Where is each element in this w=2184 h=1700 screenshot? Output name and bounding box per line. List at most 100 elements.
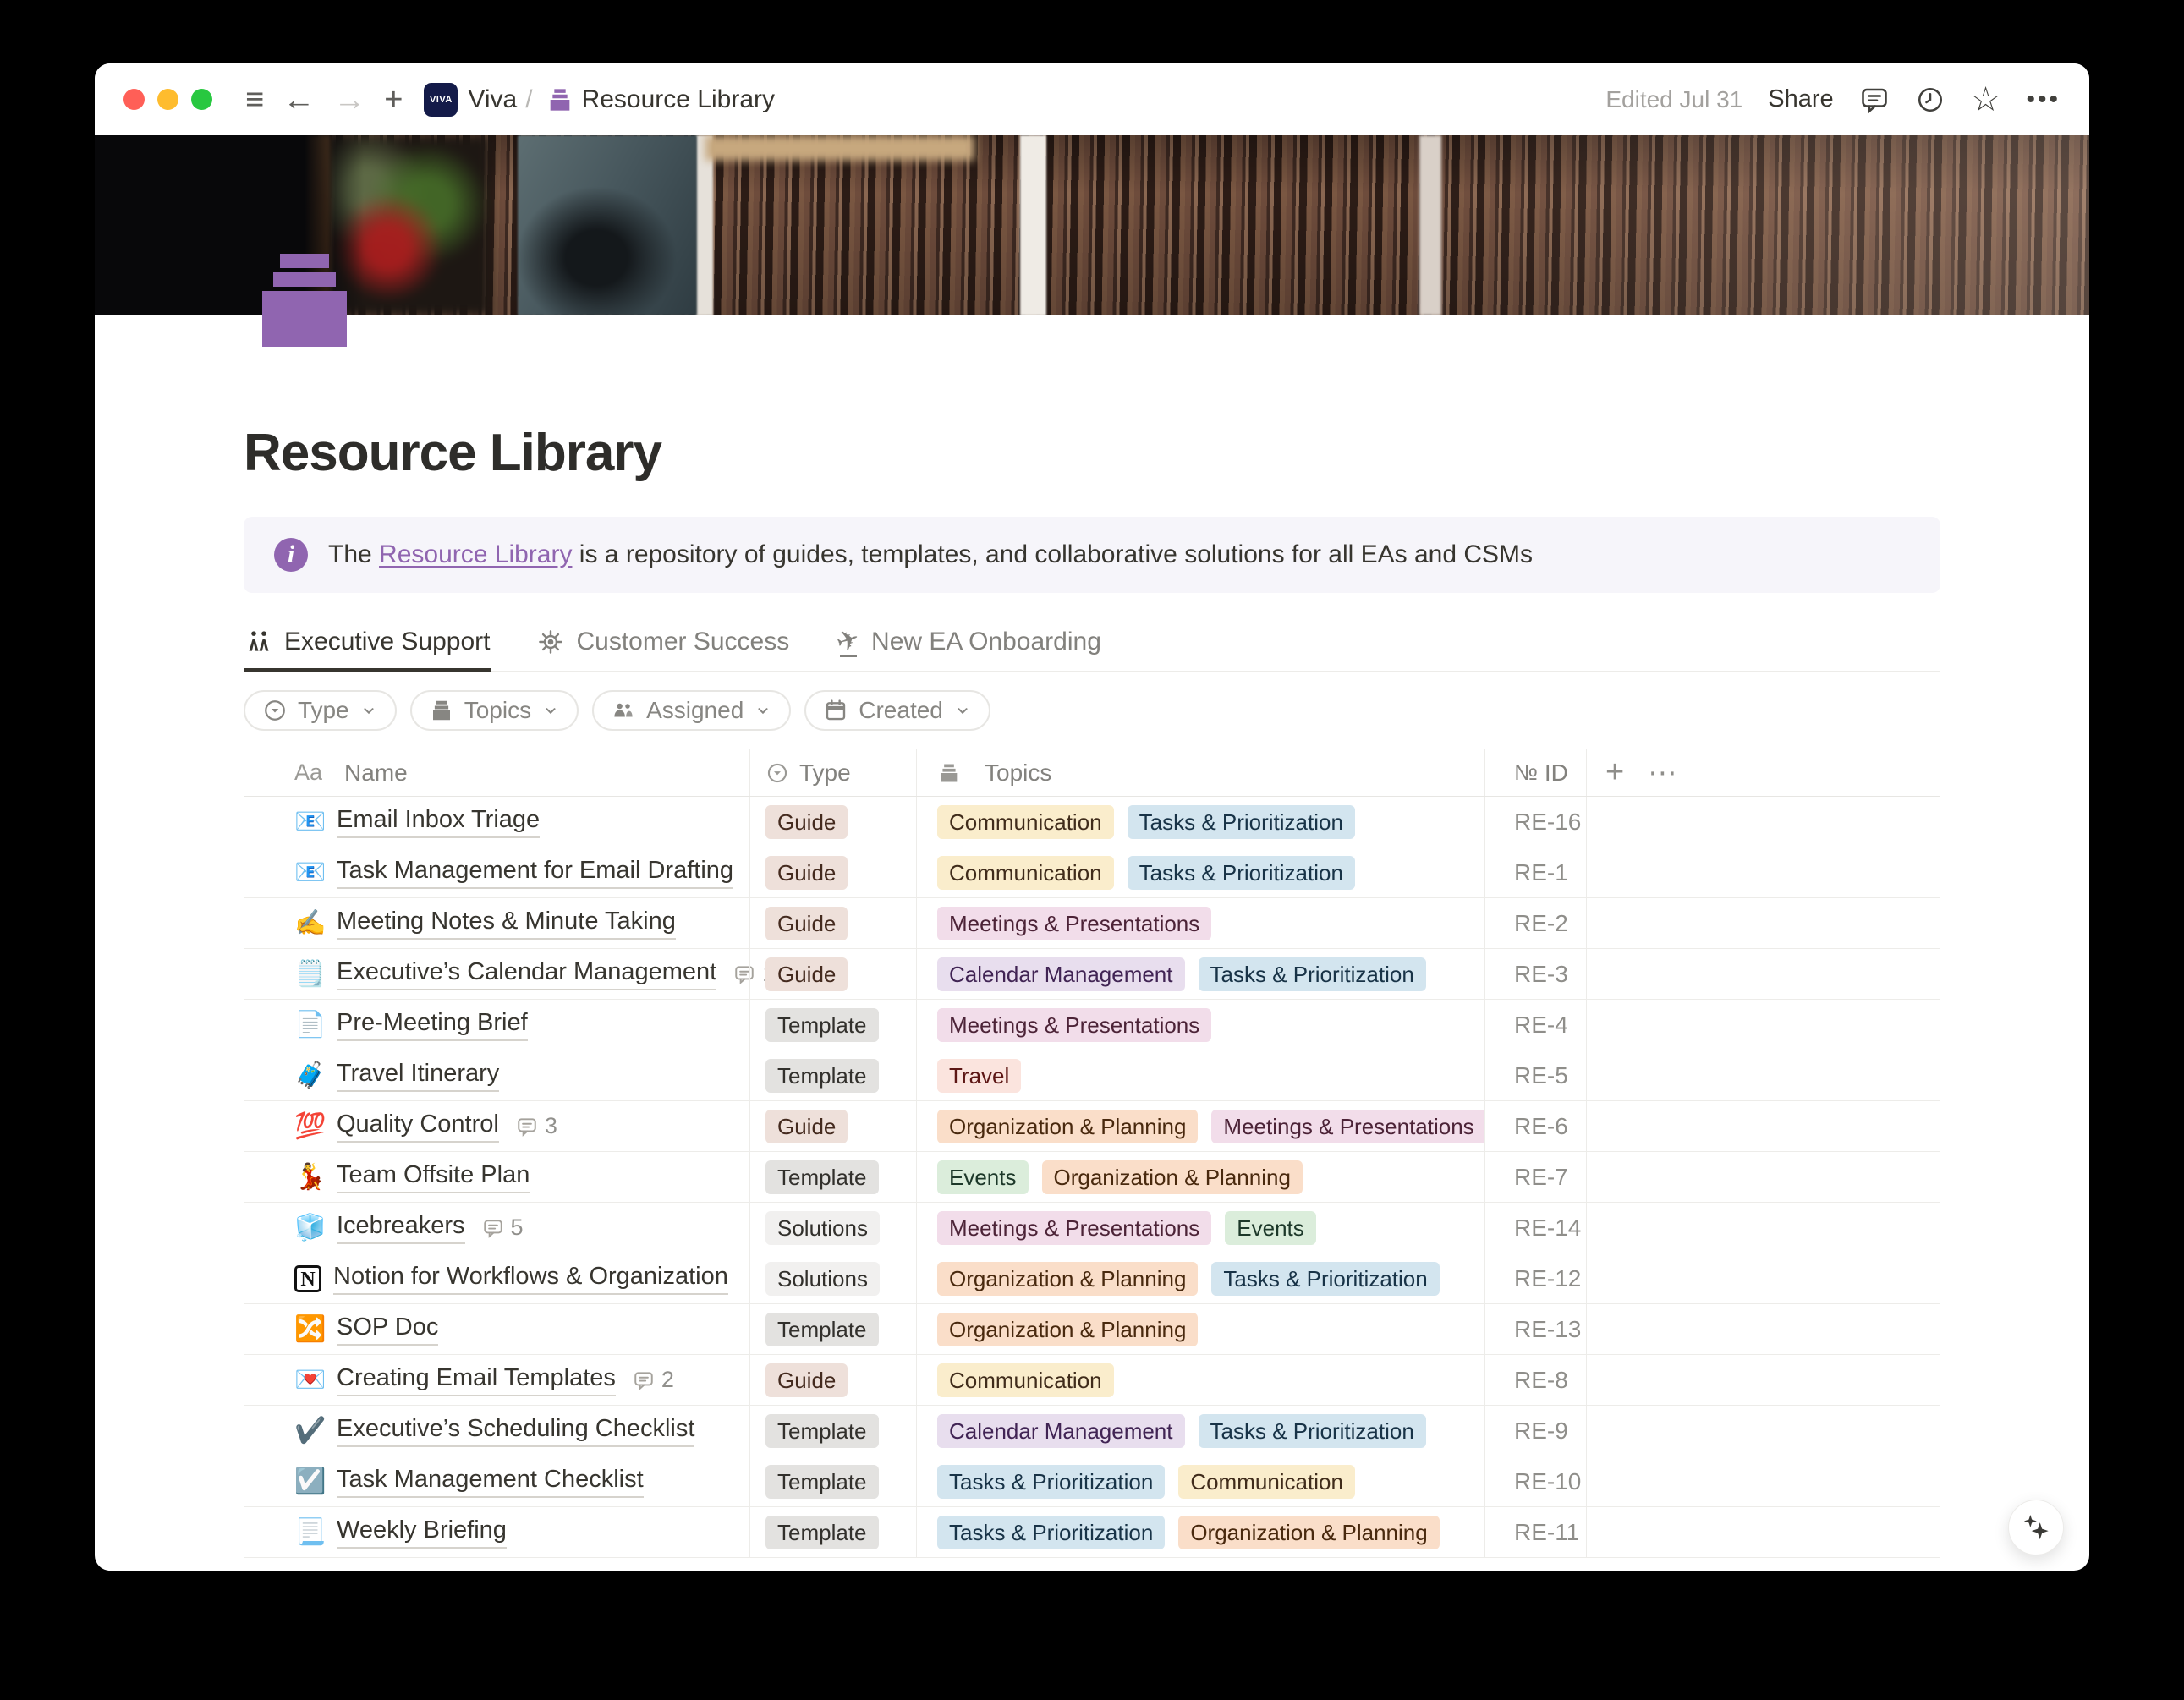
- name-cell[interactable]: N Notion for Workflows & Organization: [244, 1253, 749, 1303]
- table-row[interactable]: ☑️ Task Management Checklist Template Ta…: [244, 1456, 1940, 1507]
- topics-cell[interactable]: Tasks & PrioritizationOrganization & Pla…: [916, 1507, 1484, 1557]
- topic-tag[interactable]: Tasks & Prioritization: [1128, 856, 1355, 890]
- id-cell[interactable]: RE-5: [1484, 1050, 1586, 1100]
- callout-page-link[interactable]: Resource Library: [379, 540, 572, 568]
- topic-tag[interactable]: Meetings & Presentations: [937, 907, 1211, 940]
- type-cell[interactable]: Template: [749, 1000, 916, 1050]
- more-options-icon[interactable]: •••: [2026, 85, 2061, 114]
- back-icon[interactable]: ←: [283, 84, 315, 116]
- favorite-star-icon[interactable]: ☆: [1971, 83, 2001, 117]
- type-cell[interactable]: Solutions: [749, 1253, 916, 1303]
- type-cell[interactable]: Guide: [749, 1355, 916, 1405]
- name-cell[interactable]: 📧 Task Management for Email Drafting: [244, 847, 749, 897]
- topic-tag[interactable]: Communication: [937, 1363, 1114, 1397]
- id-cell[interactable]: RE-16: [1484, 797, 1586, 847]
- topic-tag[interactable]: Tasks & Prioritization: [1199, 957, 1426, 991]
- type-cell[interactable]: Template: [749, 1304, 916, 1354]
- topic-tag[interactable]: Communication: [1178, 1465, 1355, 1499]
- topics-cell[interactable]: Organization & Planning: [916, 1304, 1484, 1354]
- id-cell[interactable]: RE-13: [1484, 1304, 1586, 1354]
- table-row[interactable]: 📄 Pre-Meeting Brief Template Meetings & …: [244, 1000, 1940, 1050]
- type-cell[interactable]: Template: [749, 1456, 916, 1506]
- topics-cell[interactable]: Organization & PlanningMeetings & Presen…: [916, 1101, 1484, 1151]
- page-title[interactable]: Resource Library: [244, 424, 1940, 483]
- type-tag[interactable]: Template: [765, 1313, 879, 1346]
- name-cell[interactable]: 💃 Team Offsite Plan: [244, 1152, 749, 1202]
- row-name-link[interactable]: SOP Doc: [337, 1313, 438, 1346]
- topics-cell[interactable]: Events Organization & Planning: [916, 1152, 1484, 1202]
- topic-tag[interactable]: Tasks & Prioritization: [1211, 1262, 1439, 1296]
- type-tag[interactable]: Guide: [765, 1110, 848, 1143]
- share-button[interactable]: Share: [1768, 85, 1833, 113]
- row-name-link[interactable]: Pre-Meeting Brief: [337, 1009, 528, 1041]
- close-window-button[interactable]: [123, 89, 145, 110]
- name-cell[interactable]: 🗒️ Executive’s Calendar Management 1: [244, 949, 749, 999]
- filter-created[interactable]: Created: [804, 690, 990, 731]
- column-header-name[interactable]: Aa Name: [244, 749, 749, 796]
- topics-cell[interactable]: Communication: [916, 1355, 1484, 1405]
- row-name-link[interactable]: Executive’s Scheduling Checklist: [337, 1415, 694, 1447]
- row-name-link[interactable]: Creating Email Templates: [337, 1364, 616, 1396]
- name-cell[interactable]: 📄 Pre-Meeting Brief: [244, 1000, 749, 1050]
- comment-indicator[interactable]: 5: [482, 1215, 524, 1241]
- topics-cell[interactable]: CommunicationTasks & Prioritization: [916, 797, 1484, 847]
- column-header-id[interactable]: № ID: [1484, 749, 1586, 796]
- breadcrumb-workspace[interactable]: Viva: [468, 85, 517, 114]
- row-name-link[interactable]: Task Management for Email Drafting: [337, 857, 733, 889]
- topics-cell[interactable]: Organization & PlanningTasks & Prioritiz…: [916, 1253, 1484, 1303]
- forward-icon[interactable]: →: [333, 84, 365, 116]
- type-cell[interactable]: Template: [749, 1050, 916, 1100]
- type-tag[interactable]: Solutions: [765, 1262, 880, 1296]
- id-cell[interactable]: RE-14: [1484, 1203, 1586, 1253]
- name-cell[interactable]: 🔀 SOP Doc: [244, 1304, 749, 1354]
- new-page-icon[interactable]: +: [384, 84, 403, 116]
- table-row[interactable]: 💯 Quality Control 3 Guide Organization &…: [244, 1101, 1940, 1152]
- name-cell[interactable]: ☑️ Task Management Checklist: [244, 1456, 749, 1506]
- id-cell[interactable]: RE-3: [1484, 949, 1586, 999]
- topics-cell[interactable]: Meetings & PresentationsEvents: [916, 1203, 1484, 1253]
- menu-icon[interactable]: ≡: [245, 84, 264, 116]
- row-name-link[interactable]: Weekly Briefing: [337, 1516, 507, 1549]
- type-tag[interactable]: Guide: [765, 805, 848, 839]
- id-cell[interactable]: RE-12: [1484, 1253, 1586, 1303]
- name-cell[interactable]: ✔️ Executive’s Scheduling Checklist: [244, 1406, 749, 1456]
- zoom-window-button[interactable]: [191, 89, 212, 110]
- topics-cell[interactable]: Calendar ManagementTasks & Prioritizatio…: [916, 949, 1484, 999]
- id-cell[interactable]: RE-10: [1484, 1456, 1586, 1506]
- topic-tag[interactable]: Events: [937, 1160, 1029, 1194]
- name-cell[interactable]: 🧳 Travel Itinerary: [244, 1050, 749, 1100]
- topic-tag[interactable]: Organization & Planning: [937, 1313, 1198, 1346]
- comment-indicator[interactable]: 3: [516, 1113, 557, 1139]
- column-header-type[interactable]: Type: [749, 749, 916, 796]
- type-tag[interactable]: Template: [765, 1516, 879, 1549]
- filter-type[interactable]: Type: [244, 690, 397, 731]
- minimize-window-button[interactable]: [157, 89, 178, 110]
- page-archive-icon[interactable]: [262, 254, 347, 347]
- topic-tag[interactable]: Organization & Planning: [1042, 1160, 1303, 1194]
- type-tag[interactable]: Template: [765, 1008, 879, 1042]
- row-name-link[interactable]: Team Offsite Plan: [337, 1161, 530, 1193]
- table-row[interactable]: 📧 Task Management for Email Drafting Gui…: [244, 847, 1940, 898]
- column-header-topics[interactable]: Topics: [916, 749, 1484, 796]
- name-cell[interactable]: 💯 Quality Control 3: [244, 1101, 749, 1151]
- row-name-link[interactable]: Quality Control: [337, 1110, 499, 1143]
- type-tag[interactable]: Template: [765, 1059, 879, 1093]
- row-name-link[interactable]: Meeting Notes & Minute Taking: [337, 908, 676, 940]
- type-cell[interactable]: Guide: [749, 949, 916, 999]
- topic-tag[interactable]: Tasks & Prioritization: [937, 1516, 1165, 1549]
- table-row[interactable]: 🔀 SOP Doc Template Organization & Planni…: [244, 1304, 1940, 1355]
- topics-cell[interactable]: Calendar Management Tasks & Prioritizatio…: [916, 1406, 1484, 1456]
- id-cell[interactable]: RE-6: [1484, 1101, 1586, 1151]
- table-row[interactable]: ✔️ Executive’s Scheduling Checklist Temp…: [244, 1406, 1940, 1456]
- table-row[interactable]: 🧊 Icebreakers 5 Solutions Meetings & Pre…: [244, 1203, 1940, 1253]
- topics-cell[interactable]: Travel: [916, 1050, 1484, 1100]
- table-options-icon[interactable]: ⋯: [1648, 756, 1678, 790]
- id-cell[interactable]: RE-2: [1484, 898, 1586, 948]
- filter-topics[interactable]: Topics: [410, 690, 579, 731]
- notion-ai-button[interactable]: [2008, 1500, 2064, 1555]
- topic-tag[interactable]: Tasks & Prioritization: [1199, 1414, 1426, 1448]
- topic-tag[interactable]: Events: [1225, 1211, 1316, 1245]
- workspace-logo[interactable]: VIVA: [424, 83, 458, 117]
- type-cell[interactable]: Guide: [749, 898, 916, 948]
- topic-tag[interactable]: Calendar Management: [937, 1414, 1185, 1448]
